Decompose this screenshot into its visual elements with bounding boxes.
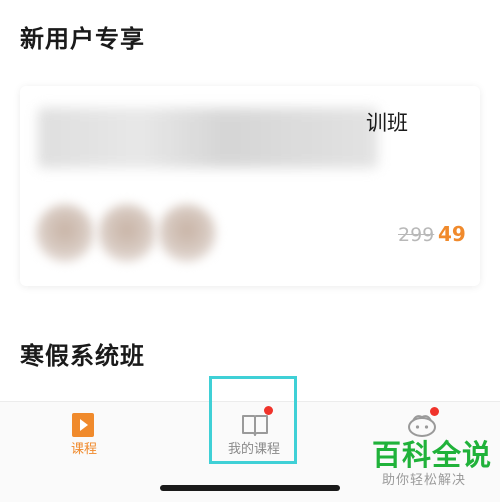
app-screen: 新用户专享 训班 299 49 寒假系统班 课程 我的课程 百科全说 助你轻松解… [0,0,500,502]
watermark: 百科全说 助你轻松解决 [372,438,492,489]
watermark-title: 百科全说 [372,438,493,472]
original-price: 299 [398,224,435,246]
face-icon [406,412,436,438]
tab-courses-label: 课程 [70,442,97,457]
teacher-avatars [36,204,226,268]
play-icon [70,412,98,438]
notification-badge [430,407,439,416]
new-user-section-title: 新用户专享 [20,25,145,53]
tab-my-courses-label: 我的课程 [227,442,280,457]
winter-section-title: 寒假系统班 [20,342,145,370]
home-indicator[interactable] [160,485,340,491]
avatar [36,204,94,262]
current-price: 49 [438,222,466,246]
avatar [158,204,216,262]
watermark-subtitle: 助你轻松解决 [382,473,467,488]
tab-my-courses[interactable]: 我的课程 [210,402,298,472]
avatar [98,204,156,262]
course-card[interactable]: 训班 299 49 [20,86,480,286]
tab-courses[interactable]: 课程 [40,402,128,472]
course-title-blurred [38,108,378,168]
book-icon [240,412,268,438]
notification-badge [264,406,273,415]
course-title-tail: 训班 [366,111,408,135]
